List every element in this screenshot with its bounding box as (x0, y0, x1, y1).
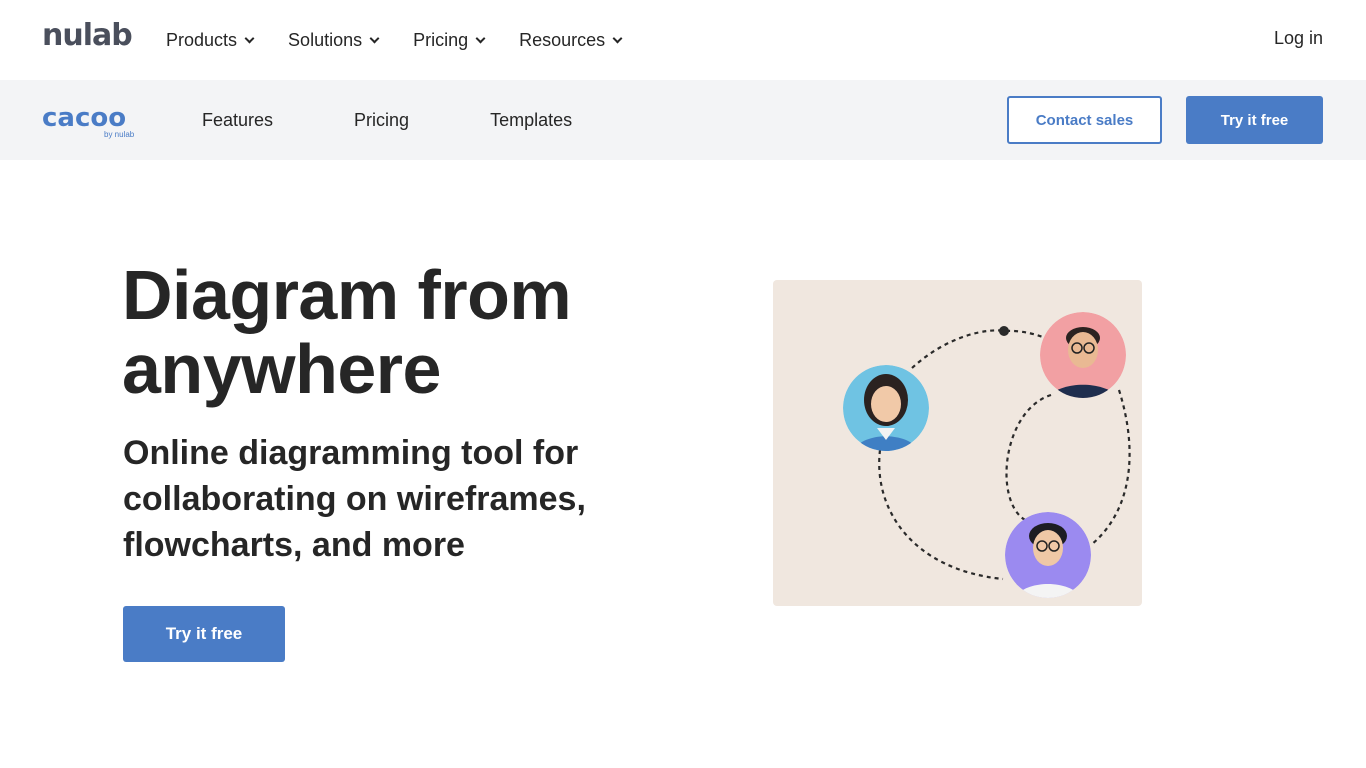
nav-resources-label: Resources (519, 29, 606, 50)
hero-subtitle: Online diagramming tool for collaboratin… (123, 430, 643, 568)
nav-resources[interactable]: Resources (519, 29, 623, 51)
nav-products-label: Products (166, 29, 238, 50)
product-nav: Features Pricing Templates (202, 80, 653, 160)
cacoo-logo-byline: by nulab (104, 130, 135, 139)
subnav-pricing[interactable]: Pricing (354, 110, 409, 131)
collaboration-illustration-svg (843, 312, 1131, 598)
cacoo-logo-text: cacoo (42, 103, 127, 133)
global-header: nulab Products Solutions Pricing Resourc… (0, 0, 1366, 80)
avatar-man-glasses-icon (1040, 312, 1126, 398)
global-nav: Products Solutions Pricing Resources (166, 0, 656, 80)
try-free-hero-button[interactable]: Try it free (123, 606, 285, 662)
nav-solutions[interactable]: Solutions (288, 29, 380, 51)
nav-pricing[interactable]: Pricing (413, 29, 486, 51)
chevron-down-icon (612, 33, 623, 43)
hero-subtitle-line: flowcharts, and more (123, 526, 465, 564)
nav-solutions-label: Solutions (288, 29, 363, 50)
hero-title-line: anywhere (122, 330, 441, 408)
collaboration-illustration (773, 280, 1142, 606)
nav-pricing-label: Pricing (413, 29, 469, 50)
login-link[interactable]: Log in (1274, 28, 1323, 49)
nav-products[interactable]: Products (166, 29, 255, 51)
chevron-down-icon (369, 33, 380, 43)
hero-subtitle-line: collaborating on wireframes, (123, 480, 586, 518)
product-header: cacoo by nulab Features Pricing Template… (0, 80, 1366, 160)
subnav-templates[interactable]: Templates (490, 110, 572, 131)
hero-subtitle-line: Online diagramming tool for (123, 434, 579, 472)
avatar-person-glasses-icon (1005, 512, 1091, 598)
try-free-header-button[interactable]: Try it free (1186, 96, 1323, 144)
cacoo-logo[interactable]: cacoo by nulab (42, 103, 134, 139)
orbit-dot (999, 326, 1009, 336)
contact-sales-button[interactable]: Contact sales (1007, 96, 1162, 144)
avatar-woman-icon (843, 365, 929, 451)
chevron-down-icon (475, 33, 486, 43)
hero-title: Diagram from anywhere (122, 258, 682, 406)
chevron-down-icon (244, 33, 255, 43)
subnav-features[interactable]: Features (202, 110, 273, 131)
nulab-logo[interactable]: nulab (42, 18, 133, 53)
hero-title-line: Diagram from (122, 256, 572, 334)
